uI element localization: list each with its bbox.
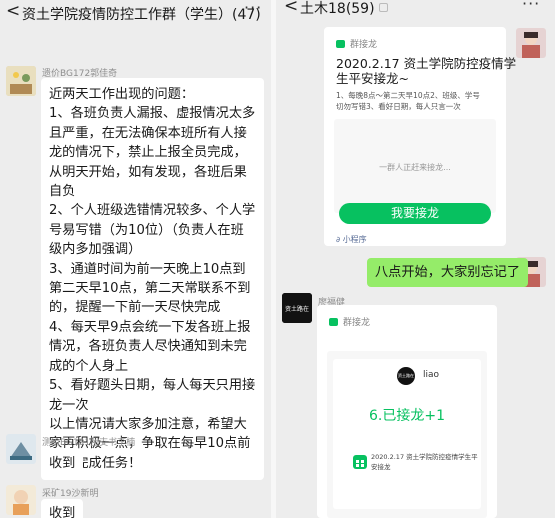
message-line: 情况，各班负责人尽快通知到未完 [49,339,247,355]
mini-program-footer: ∂ 小程序 [336,235,367,244]
message-line: 3、通道时间为前一天晚上10点到 [49,261,246,277]
join-jielong-button[interactable]: 我要接龙 [339,203,491,224]
message-bubble[interactable]: 收到 [41,449,84,479]
group-chat-title: 资土学院疫情防控工作群（学生）(47) [22,7,261,23]
subtitle-line: 安接龙 [371,463,391,471]
card-desc-line: 1、每晚8点～第二天早10点2、班级、学号 [336,91,480,100]
message-bubble[interactable]: 近两天工作出现的问题： 1、各班负责人漏报、虚报情况太多 且严重，在无法确保本班… [41,78,264,481]
message-line: 龙的情况下，禁止上报全员完成， [49,145,247,161]
left-chat-header: < 资土学院疫情防控工作群（学生）(47) ··· [0,0,271,28]
back-arrow-icon[interactable]: < [6,1,20,21]
message-line: 1、各班负责人漏报、虚报情况太多 [49,106,256,122]
message-bubble[interactable]: 收到 [41,499,84,518]
card-status: 一群人正赶来接龙... [379,163,451,172]
jielong-subtitle: 2020.2.17 资土学院防控疫情学生平 安接龙 [371,452,478,472]
message-line: 级内多加强调） [49,242,142,258]
message-line: 以上情况请大家多加注意，希望大 [49,416,247,432]
jielong-icon [336,40,345,48]
message-text: 收到 [49,456,76,471]
message-line: 龙一次 [49,397,89,413]
message-line: 且严重，在无法确保本班所有人接 [49,125,247,141]
user-name: liao [423,370,440,380]
message-line: 第二天早10点，第二天常联系不到 [49,281,251,297]
jielong-icon [353,455,367,469]
message-line: 5、看好题头日期，每人每天只用接 [49,378,256,394]
message-line: 号易写错（为10位）（负责人在班 [49,222,244,238]
card-title: 2020.2.17 资土学院防控疫情学 生平安接龙~ [336,56,516,86]
message-line: 2、个人班级选错情况较多、个人学 [49,203,256,219]
message-line: 从明天开始，如有发现，各班后果 [49,164,247,180]
mini-program-icon: ∂ [336,235,343,244]
avatar[interactable]: 资土路在 [282,293,312,323]
card-title-line: 2020.2.17 资土学院防控疫情学 [336,56,517,71]
jielong-icon [329,318,338,326]
message-line: 自负 [49,184,76,200]
jielong-card[interactable]: 群接龙 资土路在 liao 6.已接龙+1 2020.2.17 资土学院防控疫情… [317,305,497,518]
svg-text:资土路在: 资土路在 [285,305,309,313]
subtitle-line: 2020.2.17 资土学院防控疫情学生平 [371,453,478,461]
user-avatar: 资土路在 [397,367,415,385]
more-options-icon[interactable]: ··· [244,0,262,17]
message-line: 近两天工作出现的问题： [49,87,195,102]
screenshot-collage: < 资土学院疫情防控工作群（学生）(47) ··· 遗价BG172郭佳奇 近两天… [0,0,555,518]
card-description: 1、每晚8点～第二天早10点2、班级、学号 切勿写错3、看好日期，每人只言一次 [336,90,480,112]
left-chat-panel: < 资土学院疫情防控工作群（学生）(47) ··· 遗价BG172郭佳奇 近两天… [0,0,271,518]
group-chat-title: 土木18(59) [300,0,388,18]
avatar[interactable] [516,28,546,58]
sender-name: 采矿19沙新明 [42,489,99,499]
mute-icon [378,3,388,12]
more-options-icon[interactable]: ··· [522,0,540,13]
right-chat-panel: < 土木18(59) ··· 群接龙 2020.2.17 资土学院防控疫情学 生… [276,0,555,518]
jielong-card[interactable]: 群接龙 2020.2.17 资土学院防控疫情学 生平安接龙~ 1、每晚8点～第二… [324,27,516,246]
message-line: 4、每天早9点会统一下发各班上报 [49,319,251,335]
card-title-line: 生平安接龙~ [336,71,409,86]
card-preview-area: 资土路在 liao 6.已接龙+1 2020.2.17 资土学院防控疫情学生平 … [327,351,487,518]
message-text: 收到 [49,506,76,518]
card-desc-line: 切勿写错3、看好日期，每人只言一次 [336,102,461,111]
message-line: 成的个人身上 [49,358,129,374]
avatar[interactable] [6,434,36,464]
message-line: 的，提醒一下前一天尽快完成 [49,300,221,316]
avatar[interactable] [6,66,36,96]
right-chat-header: < 土木18(59) ··· [276,0,555,28]
message-text: 八点开始，大家别忘记了 [375,265,521,280]
card-tag: 群接龙 [336,37,377,50]
card-tag: 群接龙 [329,315,370,328]
jielong-entry-count: 6.已接龙+1 [369,408,445,424]
sender-name: 测绘BG191团支书李楠 [42,438,136,448]
avatar[interactable] [6,485,36,515]
jielong-entry-panel: 资土路在 liao 6.已接龙+1 2020.2.17 资土学院防控疫情学生平 … [333,359,481,509]
back-arrow-icon[interactable]: < [284,0,298,16]
message-bubble[interactable]: 八点开始，大家别忘记了 [367,258,529,288]
